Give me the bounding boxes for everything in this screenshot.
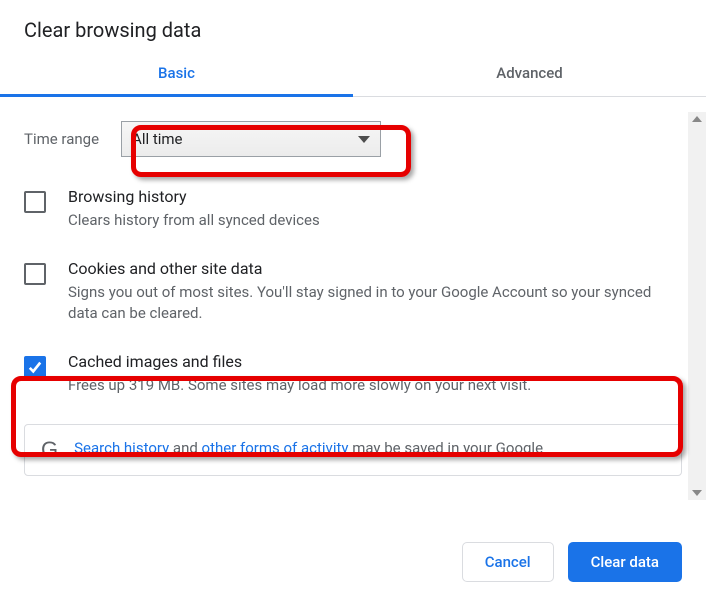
time-range-value: All time (132, 130, 182, 148)
tab-basic[interactable]: Basic (0, 50, 353, 96)
dialog-footer: Cancel Clear data (0, 524, 706, 600)
scroll-up-icon (692, 116, 702, 122)
option-title: Browsing history (68, 187, 320, 206)
checkbox-cache[interactable] (24, 356, 46, 378)
checkbox-browsing-history[interactable] (24, 191, 46, 213)
time-range-select[interactable]: All time (121, 121, 381, 157)
scrollbar[interactable] (688, 112, 706, 500)
option-browsing-history: Browsing history Clears history from all… (24, 187, 682, 231)
option-title: Cached images and files (68, 352, 531, 371)
dialog-title: Clear browsing data (0, 0, 706, 50)
clear-data-button[interactable]: Clear data (568, 542, 682, 582)
link-other-activity[interactable]: other forms of activity (202, 439, 349, 457)
google-icon: G (41, 439, 58, 461)
option-cookies: Cookies and other site data Signs you ou… (24, 259, 682, 324)
option-desc: Frees up 319 MB. Some sites may load mor… (68, 375, 531, 396)
tabs: Basic Advanced (0, 50, 706, 97)
checkbox-cookies[interactable] (24, 263, 46, 285)
cancel-button[interactable]: Cancel (462, 542, 554, 582)
option-desc: Signs you out of most sites. You'll stay… (68, 282, 682, 324)
link-search-history[interactable]: Search history (74, 439, 169, 457)
time-range-label: Time range (24, 130, 99, 148)
google-info-box: G Search history and other forms of acti… (24, 424, 682, 476)
option-cache: Cached images and files Frees up 319 MB.… (24, 352, 682, 396)
scroll-down-icon (692, 490, 702, 496)
info-text: Search history and other forms of activi… (74, 439, 543, 457)
tab-advanced[interactable]: Advanced (353, 50, 706, 96)
time-range-row: Time range All time (24, 121, 682, 157)
clear-browsing-dialog: Clear browsing data Basic Advanced Time … (0, 0, 706, 600)
chevron-down-icon (358, 136, 370, 143)
option-title: Cookies and other site data (68, 259, 682, 278)
option-desc: Clears history from all synced devices (68, 210, 320, 231)
dialog-body: Time range All time Browsing history Cle… (0, 97, 706, 497)
